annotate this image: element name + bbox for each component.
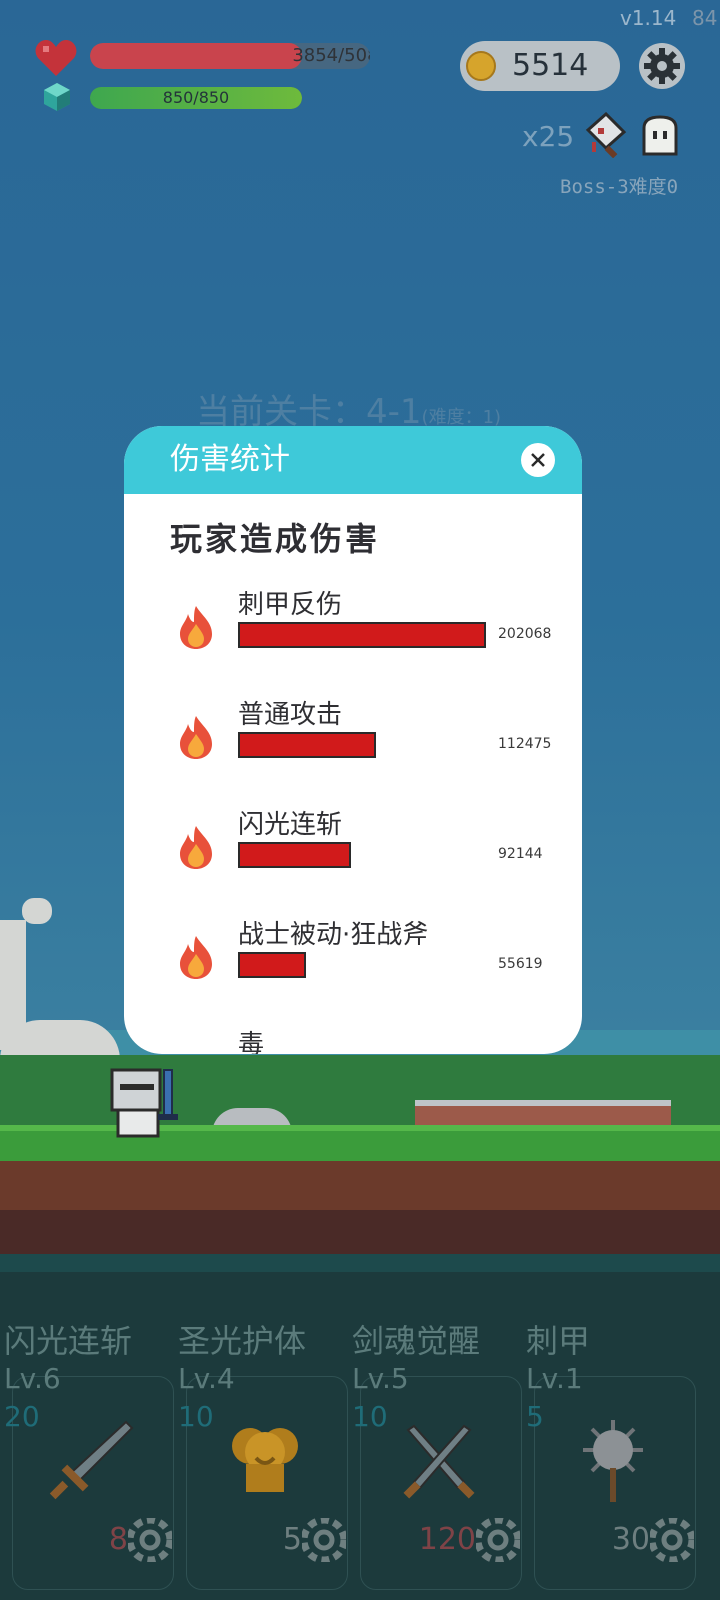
skill-slot-2[interactable]: 圣光护体 Lv.4 10 5 <box>174 1316 350 1596</box>
version-extra: 84 <box>692 6 718 30</box>
skill-upgrade-cost: 5 <box>282 1522 302 1557</box>
skill-panel-border <box>0 1254 720 1272</box>
close-icon <box>531 453 545 467</box>
skill-name: 圣光护体 <box>178 1322 307 1360</box>
knight-player-sprite <box>110 1068 178 1138</box>
damage-bar <box>238 622 486 648</box>
heart-icon <box>35 40 77 76</box>
stage-difficulty: (难度：1) <box>421 407 502 428</box>
settings-gear-icon[interactable] <box>638 42 686 90</box>
skill-mana-cost: 10 <box>352 1400 388 1433</box>
damage-row: 普通攻击 112475 <box>124 694 582 804</box>
mp-text: 850/850 <box>162 88 230 107</box>
skill-upgrade-cost: 120 <box>418 1522 476 1557</box>
skill-level: Lv.6 <box>4 1362 61 1395</box>
damage-value: 55619 <box>498 956 543 972</box>
damage-bar <box>238 732 376 758</box>
crossed-swords-icon <box>403 1424 475 1499</box>
skill-mana-cost: 20 <box>4 1400 40 1433</box>
damage-stats-dialog: 伤害统计 玩家造成伤害 刺甲反伤 202068 普通攻击 112475 闪光连斩… <box>124 426 582 1054</box>
dirt-ground-lower <box>0 1210 720 1254</box>
damage-value: 202068 <box>498 626 552 642</box>
ghost-enemy-icon <box>642 115 678 156</box>
cloud <box>22 898 52 924</box>
upgrade-gear-icon[interactable] <box>650 1518 694 1562</box>
mana-gem-icon <box>44 83 70 111</box>
mp-bar: 850/850 <box>90 87 302 109</box>
flame-icon <box>180 826 212 869</box>
skill-slot-1[interactable]: 闪光连斩 Lv.6 20 8 <box>0 1316 176 1596</box>
skill-slot-3[interactable]: 剑魂觉醒 Lv.5 10 120 <box>348 1316 524 1596</box>
skill-level: Lv.1 <box>526 1362 583 1395</box>
damage-source-name: 毒 <box>238 1030 265 1054</box>
damage-row: 闪光连斩 92144 <box>124 804 582 914</box>
skill-upgrade-cost: 8 <box>108 1522 128 1557</box>
skill-slot-4[interactable]: 刺甲 Lv.1 5 30 <box>522 1316 698 1596</box>
skill-name: 剑魂觉醒 <box>352 1322 481 1360</box>
damage-bar <box>238 952 306 978</box>
damage-source-name: 普通攻击 <box>238 700 343 730</box>
damage-value: 92144 <box>498 846 543 862</box>
spiked-mace-icon <box>583 1420 643 1502</box>
coin-counter: 5514 <box>460 41 620 91</box>
upgrade-gear-icon[interactable] <box>302 1518 346 1562</box>
kill-multiplier: x25 <box>522 120 575 153</box>
damage-row: 刺甲反伤 202068 <box>124 584 582 694</box>
version-label: v1.14 <box>620 6 677 30</box>
close-button[interactable] <box>521 443 555 477</box>
dialog-title: 伤害统计 <box>170 442 290 477</box>
damage-bar <box>238 842 351 868</box>
cleaver-icon <box>585 112 627 158</box>
dialog-header: 伤害统计 <box>124 426 582 494</box>
damage-source-name: 战士被动·狂战斧 <box>238 920 429 950</box>
damage-row: 战士被动·狂战斧 55619 <box>124 914 582 1024</box>
boss-difficulty-label: Boss-3难度0 <box>560 176 679 198</box>
upgrade-gear-icon[interactable] <box>128 1518 172 1562</box>
skill-name: 刺甲 <box>526 1322 591 1360</box>
damage-row: 毒 <box>124 1024 582 1054</box>
upgrade-gear-icon[interactable] <box>476 1518 520 1562</box>
skill-upgrade-cost: 30 <box>611 1522 650 1557</box>
holy-light-icon <box>232 1428 298 1492</box>
hp-text: 3854/5080 <box>292 45 370 66</box>
flame-icon <box>180 606 212 649</box>
damage-source-name: 刺甲反伤 <box>238 590 343 620</box>
damage-value: 112475 <box>498 736 552 752</box>
sword-icon <box>49 1420 134 1500</box>
coin-value: 5514 <box>512 48 589 83</box>
coin-icon <box>466 51 496 81</box>
skill-name: 闪光连斩 <box>4 1322 133 1360</box>
hp-bar: 3854/5080 <box>90 43 370 69</box>
flame-icon <box>180 936 212 979</box>
skill-mana-cost: 10 <box>178 1400 214 1433</box>
flame-icon <box>180 716 212 759</box>
skill-level: Lv.4 <box>178 1362 235 1395</box>
skill-mana-cost: 5 <box>526 1400 544 1433</box>
skill-level: Lv.5 <box>352 1362 409 1395</box>
damage-source-name: 闪光连斩 <box>238 810 343 840</box>
section-title: 玩家造成伤害 <box>170 520 381 558</box>
